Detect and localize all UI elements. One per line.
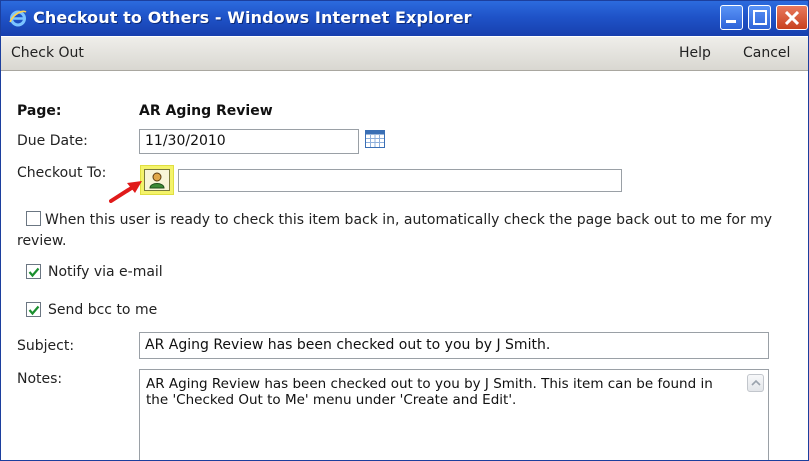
- maximize-icon: [753, 10, 767, 25]
- minimize-button[interactable]: [720, 5, 743, 30]
- title-bar[interactable]: Checkout to Others - Windows Internet Ex…: [1, 1, 808, 36]
- checkmark-icon: [28, 267, 40, 278]
- cancel-link[interactable]: Cancel: [743, 45, 790, 61]
- menu-bar: Check Out Help Cancel: [1, 37, 808, 71]
- notes-text: AR Aging Review has been checked out to …: [146, 376, 713, 408]
- user-picker-button[interactable]: [144, 169, 170, 191]
- bcc-checkbox[interactable]: [26, 302, 41, 317]
- notes-textarea[interactable]: AR Aging Review has been checked out to …: [139, 369, 769, 460]
- maximize-button[interactable]: [748, 5, 771, 30]
- page-label: Page:: [17, 103, 62, 119]
- checkout-to-input[interactable]: [178, 169, 622, 192]
- user-search-icon: [149, 172, 165, 189]
- checkout-to-label: Checkout To:: [17, 165, 107, 181]
- due-date-input[interactable]: 11/30/2010: [139, 129, 359, 154]
- due-date-label: Due Date:: [17, 133, 88, 149]
- window-title: Checkout to Others - Windows Internet Ex…: [33, 8, 472, 27]
- notify-checkbox[interactable]: [26, 264, 41, 279]
- notes-label: Notes:: [17, 371, 63, 387]
- auto-checkout-text: When this user is ready to check this it…: [17, 212, 773, 249]
- chevron-up-icon: [751, 379, 761, 386]
- minimize-icon: [726, 20, 736, 23]
- red-arrow-icon: [109, 181, 142, 203]
- notes-scroll-up-button[interactable]: [747, 374, 764, 392]
- subject-label: Subject:: [17, 338, 75, 354]
- checkmark-icon: [28, 305, 40, 316]
- close-icon: [785, 11, 799, 25]
- help-link[interactable]: Help: [679, 45, 711, 61]
- close-button[interactable]: [776, 5, 808, 30]
- notify-label: Notify via e-mail: [48, 264, 163, 280]
- browser-window: Checkout to Others - Windows Internet Ex…: [0, 0, 809, 461]
- subject-input[interactable]: AR Aging Review has been checked out to …: [139, 332, 769, 359]
- checkout-form: Page: AR Aging Review Due Date: 11/30/20…: [1, 71, 808, 460]
- check-out-button[interactable]: Check Out: [11, 45, 84, 61]
- calendar-icon[interactable]: [365, 130, 385, 148]
- page-value: AR Aging Review: [139, 103, 273, 119]
- ie-icon: [9, 10, 27, 27]
- bcc-label: Send bcc to me: [48, 302, 158, 318]
